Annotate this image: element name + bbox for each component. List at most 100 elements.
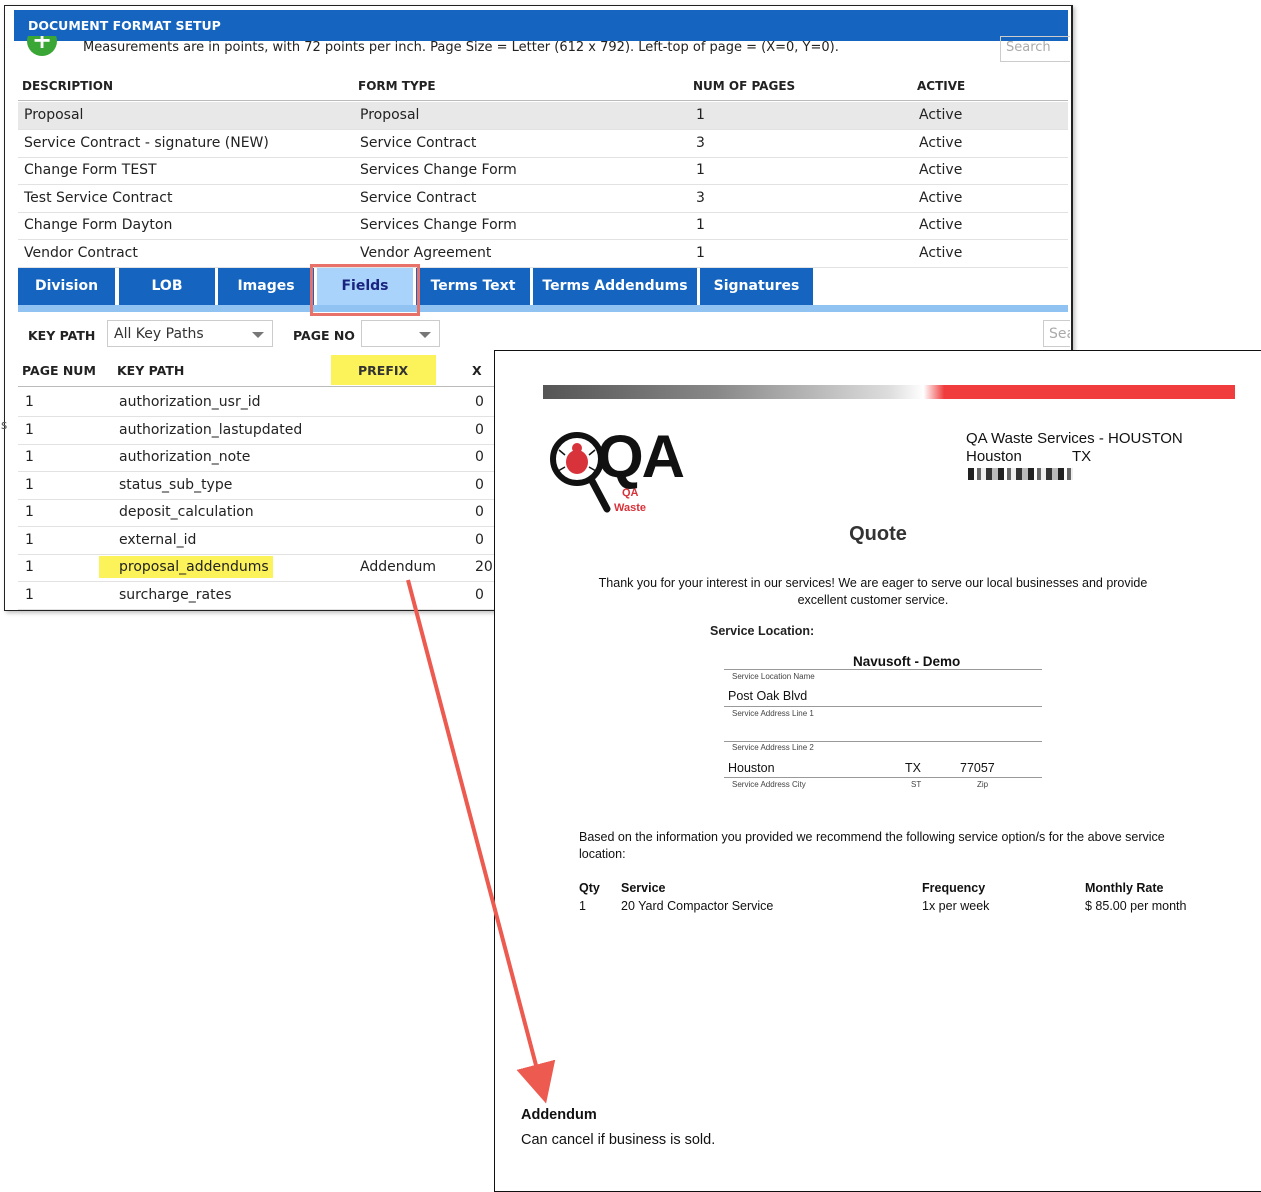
window-title: DOCUMENT FORMAT SETUP [14,10,1068,41]
st-label: ST [911,780,922,789]
cell-active: Active [919,244,963,261]
cell-num-pages: 1 [696,162,705,178]
table-row[interactable]: 1 authorization_note 0 [18,444,498,472]
tab-images[interactable]: Images [218,268,314,305]
table-row[interactable]: Change Form TEST Services Change Form 1 Act… [18,157,1068,185]
table-row[interactable]: 1 authorization_usr_id 0 [18,389,498,417]
field-cell-x: 0 [475,449,484,465]
service-row-frequency: 1x per week [922,899,990,913]
service-header-qty: Qty [579,881,600,895]
table-row[interactable]: 1 status_sub_type 0 [18,472,498,500]
zip-label: Zip [977,780,989,789]
tab-signatures[interactable]: Signatures [700,268,813,305]
service-header-service: Service [621,881,666,895]
tab-division[interactable]: Division [18,268,115,305]
table-row[interactable]: Proposal Proposal 1 Active [18,102,1068,130]
fields-tab-callout-box [310,264,420,316]
table-row[interactable]: 1 external_id 0 [18,527,498,555]
key-path-select[interactable]: All Key Paths [107,320,273,347]
field-cell-page-num: 1 [25,476,34,493]
service-header-rate: Monthly Rate [1085,881,1164,895]
service-location-name: Navusoft - Demo [853,654,961,669]
address-line2-label: Service Address Line 2 [732,743,814,752]
recommend-text: Based on the information you provided we… [579,830,1165,861]
tab-terms-text[interactable]: Terms Text [416,268,530,305]
cell-description: Proposal [24,107,84,123]
table-row[interactable]: Test Service Contract Service Contract 3 Ac… [18,185,1068,213]
table-row[interactable]: Service Contract - signature (NEW) Servic… [18,130,1068,158]
page-no-select[interactable] [361,320,440,347]
key-path-select-value: All Key Paths [114,326,204,342]
cell-description: Test Service Contract [24,189,173,206]
field-cell-key-path: authorization_note [119,449,251,465]
field-cell-key-path: external_id [119,531,197,548]
table-row[interactable]: 1 authorization_lastupdated 0 [18,417,498,445]
chevron-down-icon [252,332,264,338]
field-cell-key-path: surcharge_rates [119,586,232,603]
redacted-phone [968,468,1073,480]
field-header-prefix[interactable]: PREFIX [358,363,408,378]
field-header-key-path[interactable]: KEY PATH [117,363,184,378]
field-cell-key-path: authorization_lastupdated [119,421,303,438]
cell-description: Service Contract - signature (NEW) [24,134,269,151]
service-header-frequency: Frequency [922,881,986,895]
field-cell-x: 0 [475,586,484,603]
service-location-heading: Service Location: [710,624,815,638]
location-name-label: Service Location Name [732,672,815,681]
field-cell-page-num: 1 [25,449,34,465]
address-state: TX [905,761,921,775]
cell-num-pages: 3 [696,189,705,206]
cell-active: Active [919,162,963,178]
addendum-title: Addendum [521,1107,597,1123]
column-header-form-type[interactable]: FORM TYPE [358,79,436,93]
header-gradient-bar [543,385,1235,399]
field-cell-prefix: Addendum [360,559,436,575]
field-header-page-num[interactable]: PAGE NUM [22,363,96,378]
field-header-x[interactable]: X [472,363,482,378]
cell-form-type: Services Change Form [360,162,517,178]
cell-num-pages: 3 [696,134,705,151]
key-path-filter-label: KEY PATH [28,328,96,343]
field-cell-key-path: deposit_calculation [119,504,254,520]
table-row[interactable]: 1 deposit_calculation 0 [18,499,498,527]
fields-search-input[interactable]: Search [1043,320,1070,347]
cell-active: Active [919,217,963,233]
plus-icon: + [27,36,57,56]
quote-title: Quote [849,523,907,545]
column-header-num-pages[interactable]: NUM OF PAGES [693,79,795,93]
field-cell-page-num: 1 [25,394,34,410]
cell-active: Active [919,134,963,151]
column-header-active[interactable]: ACTIVE [917,79,965,93]
field-cell-key-path: authorization_usr_id [119,394,261,410]
cell-active: Active [919,107,963,123]
table-row[interactable]: Vendor Contract Vendor Agreement 1 Active [18,240,1068,268]
table-row[interactable]: 1 proposal_addendums Addendum 20 [18,554,498,582]
tab-lob[interactable]: LOB [119,268,215,305]
tab-underline [18,305,1068,312]
address-line1: Post Oak Blvd [728,689,808,703]
tab-terms-addendums[interactable]: Terms Addendums [533,268,697,305]
document-search-input[interactable]: Search [1000,36,1070,62]
add-document-button[interactable]: + [27,36,57,56]
logo-letters: QA [597,423,685,490]
address-city: Houston [728,761,775,775]
cell-form-type: Proposal [360,107,420,123]
company-state: TX [1072,448,1092,465]
logo-caption-waste: Waste [614,502,646,514]
cell-description: Change Form TEST [24,162,157,178]
address-zip: 77057 [960,761,995,775]
cell-form-type: Service Contract [360,134,477,151]
company-city: Houston [966,448,1022,465]
field-cell-page-num: 1 [25,421,34,438]
company-name: QA Waste Services - HOUSTON [966,430,1183,447]
field-cell-x: 0 [475,421,484,438]
column-header-description[interactable]: DESCRIPTION [22,79,113,93]
table-row[interactable]: Change Form Dayton Services Change Form 1 A… [18,212,1068,240]
logo-caption-qa: QA [622,487,639,499]
cell-active: Active [919,189,963,206]
field-cell-page-num: 1 [25,559,34,575]
service-row-qty: 1 [579,899,586,913]
table-row[interactable]: 1 surcharge_rates 0 [18,582,498,610]
cell-description: Change Form Dayton [24,217,173,233]
field-cell-x: 0 [475,531,484,548]
